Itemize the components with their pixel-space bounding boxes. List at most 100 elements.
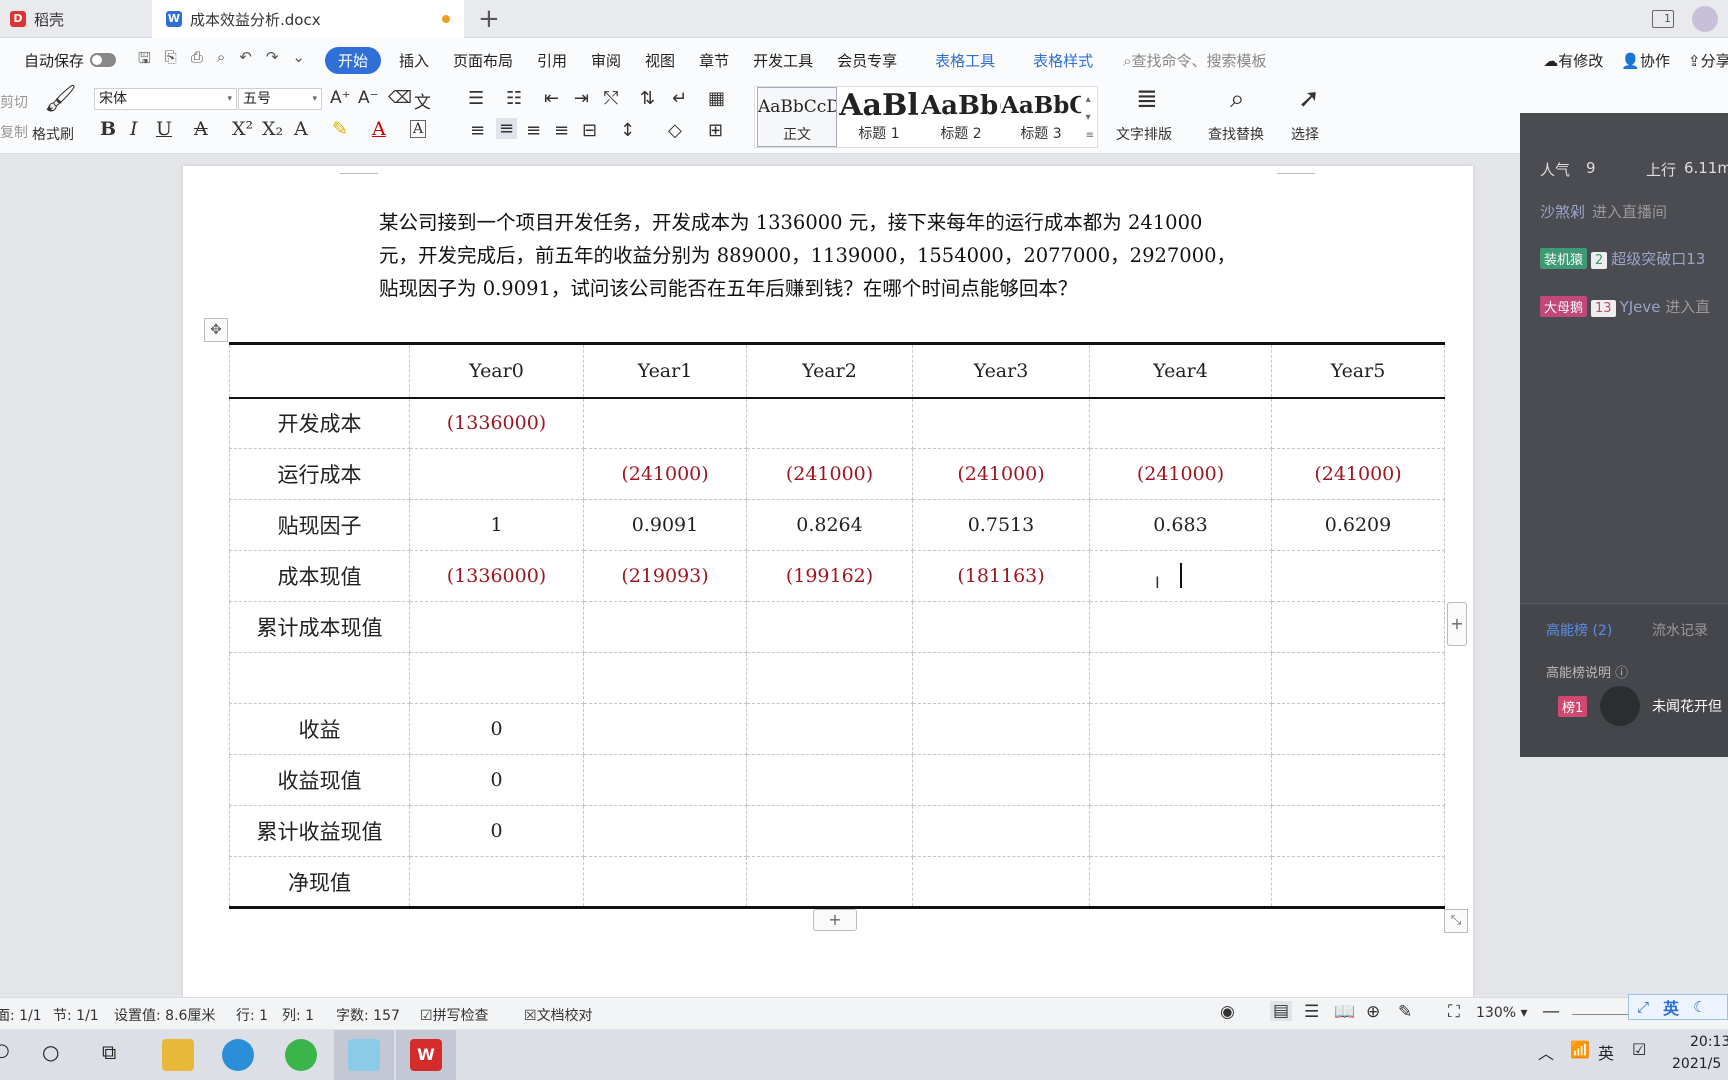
menu-member[interactable]: 会员专享 bbox=[825, 50, 909, 71]
table-cell[interactable] bbox=[1089, 703, 1272, 755]
text-effect-icon[interactable]: A bbox=[294, 118, 308, 140]
pointer-icon[interactable]: ➚ bbox=[1298, 84, 1320, 114]
table-resize-icon[interactable]: ⤡ bbox=[1444, 909, 1468, 933]
menu-references[interactable]: 引用 bbox=[525, 50, 579, 71]
wifi-icon[interactable]: 📶 bbox=[1570, 1040, 1590, 1059]
ime-mode[interactable]: 英 bbox=[1663, 995, 1679, 1019]
gallery-scroll-icon[interactable]: ▴ ▾ ≡ bbox=[1086, 91, 1094, 145]
table-cell[interactable] bbox=[746, 754, 913, 806]
status-words[interactable]: 字数: 157 bbox=[336, 1005, 400, 1025]
zoom-out-icon[interactable]: — bbox=[1542, 1001, 1560, 1022]
font-family-select[interactable]: 宋体 ▾ bbox=[94, 88, 237, 110]
font-color-icon[interactable]: A bbox=[372, 118, 386, 140]
font-size-select[interactable]: 五号 ▾ bbox=[238, 88, 322, 110]
cortana-icon[interactable]: ○ bbox=[42, 1040, 59, 1064]
superscript-icon[interactable]: X² bbox=[232, 118, 253, 140]
status-page[interactable]: 页面: 1/1 bbox=[0, 1005, 42, 1025]
table-cell[interactable] bbox=[583, 703, 747, 755]
table-cell[interactable]: 1 bbox=[409, 499, 584, 551]
table-cell[interactable] bbox=[1271, 754, 1445, 806]
table-cell[interactable] bbox=[409, 652, 584, 704]
text-layout-icon[interactable]: ≣ bbox=[1136, 84, 1158, 114]
table-cell[interactable] bbox=[1271, 652, 1445, 704]
menu-table-style[interactable]: 表格样式 bbox=[1007, 50, 1105, 71]
row-label[interactable] bbox=[229, 652, 410, 704]
app-icon[interactable] bbox=[348, 1039, 380, 1071]
menu-table-tools[interactable]: 表格工具 bbox=[909, 50, 1007, 71]
outdent-icon[interactable]: ⇤ bbox=[544, 88, 559, 109]
numbered-list-icon[interactable]: ☷ bbox=[506, 88, 522, 109]
row-label[interactable]: 收益现值 bbox=[229, 754, 410, 806]
table-cell[interactable] bbox=[1089, 805, 1272, 857]
table-cell[interactable] bbox=[1089, 754, 1272, 806]
justify-icon[interactable]: ≡ bbox=[554, 120, 569, 141]
table-cell[interactable] bbox=[746, 805, 913, 857]
italic-icon[interactable]: I bbox=[130, 118, 138, 140]
clock-date[interactable]: 2021/5 bbox=[1672, 1056, 1721, 1072]
proofread-button[interactable]: ☒文档校对 bbox=[524, 1005, 593, 1025]
copy-button[interactable]: 复制 bbox=[0, 122, 28, 142]
table-cell[interactable]: 0 bbox=[409, 805, 584, 857]
start-icon[interactable]: ○ bbox=[0, 1040, 10, 1061]
borders-icon[interactable]: ⊞ bbox=[708, 120, 723, 141]
share-button[interactable]: ⇪分享 bbox=[1688, 50, 1728, 71]
table-cell[interactable]: 0.683 bbox=[1089, 499, 1272, 551]
table-cell[interactable] bbox=[1271, 550, 1445, 602]
align-center-icon[interactable]: ≡ bbox=[496, 118, 518, 139]
table-cell[interactable] bbox=[583, 652, 747, 704]
table-cell[interactable] bbox=[409, 856, 584, 909]
find-replace-button[interactable]: 查找替换 bbox=[1208, 124, 1264, 144]
menu-insert[interactable]: 插入 bbox=[387, 50, 441, 71]
table-cell[interactable] bbox=[912, 754, 1090, 806]
wps-icon[interactable]: W bbox=[410, 1039, 442, 1071]
clear-format-icon[interactable]: ⌫ bbox=[388, 88, 412, 108]
tab-document[interactable]: W 成本效益分析.docx bbox=[152, 0, 464, 38]
header-cell[interactable]: Year3 bbox=[912, 342, 1090, 399]
menu-review[interactable]: 审阅 bbox=[579, 50, 633, 71]
table-cell[interactable] bbox=[912, 856, 1090, 909]
table-cell[interactable] bbox=[746, 856, 913, 909]
table-cell[interactable]: (241000) bbox=[746, 448, 913, 500]
table-cell[interactable]: 0.7513 bbox=[912, 499, 1090, 551]
sort-icon[interactable]: ⇅ bbox=[640, 88, 655, 109]
style-heading1[interactable]: AaBl 标题 1 bbox=[839, 87, 919, 147]
table-cell[interactable]: 0.8264 bbox=[746, 499, 913, 551]
new-tab-plus-icon[interactable]: + bbox=[478, 4, 500, 34]
table-cell[interactable] bbox=[746, 703, 913, 755]
zoom-select[interactable]: 130% ▾ bbox=[1476, 1005, 1528, 1021]
modified-button[interactable]: ☁有修改 bbox=[1543, 50, 1603, 71]
add-row-button[interactable]: + bbox=[813, 909, 857, 931]
print-icon[interactable]: ⎙ bbox=[191, 48, 203, 73]
read-view-icon[interactable]: 📖 bbox=[1334, 1002, 1355, 1022]
collab-button[interactable]: 👤协作 bbox=[1621, 50, 1670, 71]
line-spacing-icon[interactable]: ↕ bbox=[620, 120, 635, 141]
autosave-toggle[interactable]: 自动保存 bbox=[0, 50, 124, 71]
align-left-icon[interactable]: ≡ bbox=[470, 120, 485, 141]
table-cell[interactable] bbox=[746, 601, 913, 653]
rank-desc[interactable]: 高能榜说明 ⓘ bbox=[1546, 662, 1628, 681]
table-cell[interactable] bbox=[583, 856, 747, 909]
table-cell[interactable] bbox=[912, 703, 1090, 755]
tab-rank[interactable]: 高能榜 (2) bbox=[1546, 620, 1612, 640]
table-move-handle-icon[interactable]: ✥ bbox=[204, 318, 228, 342]
table-cell[interactable]: 0.6209 bbox=[1271, 499, 1445, 551]
table-cell[interactable]: (1336000) bbox=[409, 550, 584, 602]
add-column-button[interactable]: + bbox=[1447, 602, 1467, 646]
row-label[interactable]: 开发成本 bbox=[229, 397, 410, 449]
table-cell[interactable] bbox=[746, 652, 913, 704]
table-cell[interactable]: 0.9091 bbox=[583, 499, 747, 551]
header-cell[interactable] bbox=[229, 342, 410, 399]
menu-developer[interactable]: 开发工具 bbox=[741, 50, 825, 71]
header-cell[interactable]: Year2 bbox=[746, 342, 913, 399]
undo-icon[interactable]: ↶ bbox=[239, 48, 252, 73]
table-cell[interactable] bbox=[746, 397, 913, 449]
style-normal[interactable]: AaBbCcDd正文 bbox=[757, 87, 837, 147]
user-avatar[interactable] bbox=[1692, 6, 1718, 32]
rank-user-avatar[interactable] bbox=[1600, 686, 1640, 726]
style-heading3[interactable]: AaBbC 标题 3 bbox=[1001, 87, 1081, 147]
task-view-icon[interactable]: ⧉ bbox=[102, 1040, 116, 1064]
table-cell[interactable] bbox=[1089, 652, 1272, 704]
tray-ime[interactable]: 英 bbox=[1598, 1040, 1614, 1064]
toggle-switch[interactable] bbox=[90, 53, 117, 67]
text-layout-button[interactable]: 文字排版 bbox=[1116, 124, 1172, 144]
